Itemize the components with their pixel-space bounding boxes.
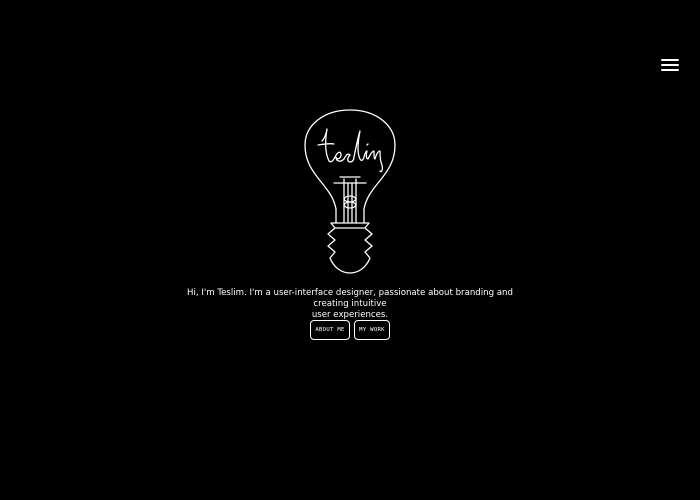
my-work-button[interactable]: MY WORK (354, 320, 390, 340)
intro-text: Hi, I'm Teslim. I'm a user-interface des… (170, 288, 530, 321)
lightbulb-logo (300, 107, 400, 277)
lightbulb-icon (304, 109, 396, 274)
intro-line-1: Hi, I'm Teslim. I'm a user-interface des… (187, 288, 513, 309)
intro-line-2: user experiences. (311, 310, 389, 320)
hamburger-icon-line (661, 69, 679, 71)
hamburger-icon-line (661, 64, 679, 66)
hamburger-icon (661, 59, 679, 61)
about-me-button[interactable]: ABOUT ME (310, 320, 350, 340)
menu-button[interactable] (656, 54, 684, 76)
